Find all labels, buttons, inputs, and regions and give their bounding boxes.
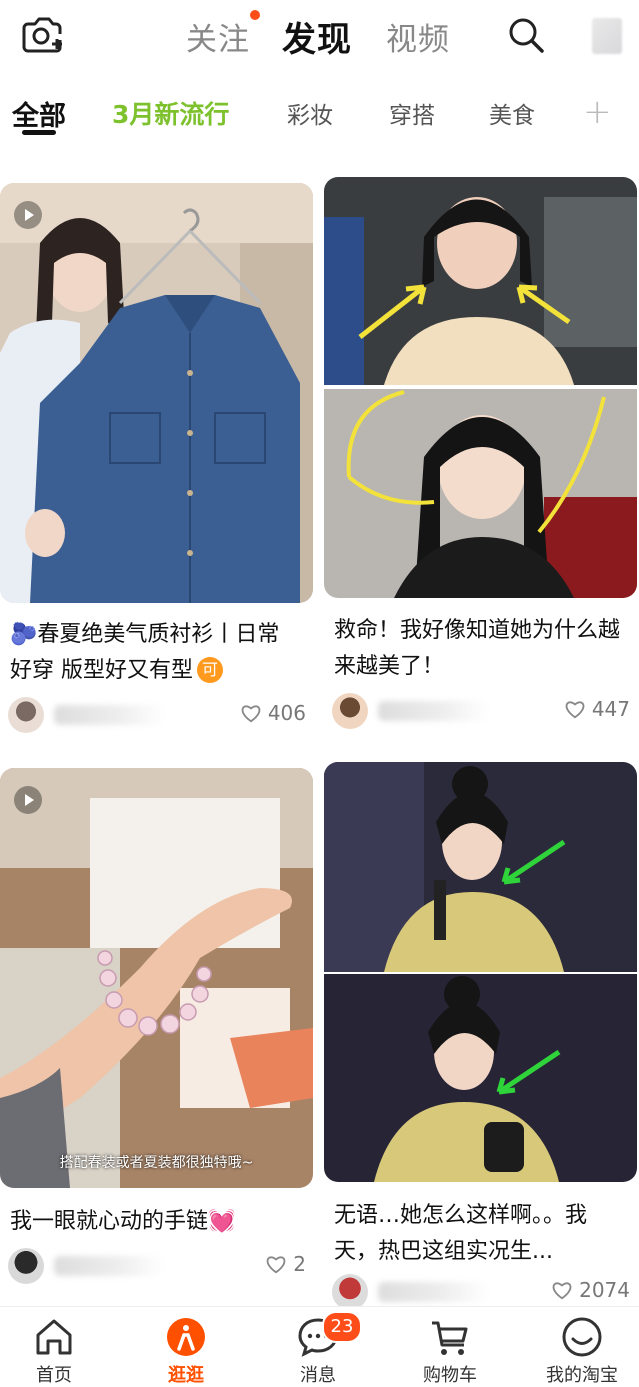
bottom-nav: 首页 逛逛 23 消息 购物车 我的淘宝	[0, 1306, 639, 1387]
card-image-comparison	[324, 177, 637, 598]
author-name-blurred[interactable]	[378, 701, 488, 721]
feed-card[interactable]: 救命！我好像知道她为什么越来越美了！ 447	[324, 177, 637, 737]
video-play-icon	[14, 201, 42, 229]
nav-home[interactable]: 首页	[4, 1315, 104, 1387]
like-count[interactable]: 447	[564, 697, 630, 721]
user-avatar[interactable]	[592, 18, 622, 54]
category-makeup[interactable]: 彩妆	[287, 96, 333, 130]
like-count-value: 2074	[579, 1278, 630, 1302]
feed-card[interactable]: 搭配春装或者夏装都很独特哦~ 我一眼就心动的手链💓 2	[0, 768, 313, 1308]
card-title: 无语…她怎么这样啊。。我天，热巴这组实况生...	[334, 1203, 588, 1264]
feed-card[interactable]: 🫐春夏绝美气质衬衫丨日常好穿 版型好又有型可 406	[0, 183, 313, 743]
heart-icon	[266, 1256, 286, 1274]
card-meta: 2074	[332, 1274, 630, 1306]
author-avatar[interactable]	[8, 1248, 44, 1284]
video-play-icon	[14, 786, 42, 814]
tab-following[interactable]: 关注	[186, 14, 250, 59]
category-outfits[interactable]: 穿搭	[389, 96, 435, 130]
author-avatar[interactable]	[332, 1274, 368, 1306]
like-count[interactable]: 406	[240, 701, 306, 725]
guangguang-icon	[167, 1318, 205, 1356]
author-name-blurred[interactable]	[54, 1256, 164, 1276]
tab-video[interactable]: 视频	[386, 14, 450, 59]
author-name-blurred[interactable]	[54, 705, 164, 725]
heart-icon	[552, 1282, 572, 1300]
camera-plus-icon[interactable]	[20, 14, 64, 54]
nav-messages-label: 消息	[300, 1365, 336, 1386]
card-title: 救命！我好像知道她为什么越来越美了！	[334, 618, 621, 679]
heart-icon	[241, 705, 261, 723]
category-all[interactable]: 全部	[12, 94, 66, 133]
nav-messages[interactable]: 23 消息	[268, 1311, 368, 1387]
nav-my-taobao-label: 我的淘宝	[546, 1365, 618, 1386]
card-image-event	[324, 762, 637, 1182]
smile-icon	[562, 1317, 602, 1357]
card-title: 我一眼就心动的手链💓	[10, 1209, 236, 1234]
message-count-badge: 23	[322, 1311, 362, 1343]
heart-icon	[565, 701, 585, 719]
like-count[interactable]: 2	[265, 1252, 306, 1276]
category-bar: 全部 3月新流行 彩妆 穿搭 美食 +	[0, 86, 639, 142]
author-name-blurred[interactable]	[378, 1282, 488, 1302]
category-food[interactable]: 美食	[489, 96, 535, 130]
nav-guangguang[interactable]: 逛逛	[136, 1315, 236, 1387]
card-meta: 447	[332, 693, 630, 733]
cart-icon	[432, 1321, 468, 1355]
following-dot-badge	[250, 10, 260, 20]
search-icon[interactable]	[506, 15, 546, 55]
nav-home-label: 首页	[36, 1365, 72, 1386]
card-image-shirt	[0, 183, 313, 603]
like-count-value: 406	[267, 701, 306, 725]
nav-cart-label: 购物车	[423, 1365, 477, 1386]
nav-my-taobao[interactable]: 我的淘宝	[532, 1315, 632, 1387]
active-category-indicator	[22, 130, 56, 135]
author-avatar[interactable]	[8, 697, 44, 733]
nav-cart[interactable]: 购物车	[400, 1315, 500, 1387]
top-bar: 关注 发现 视频	[0, 0, 639, 72]
author-avatar[interactable]	[332, 693, 368, 729]
card-meta: 2	[8, 1248, 306, 1288]
like-count[interactable]: 2074	[551, 1278, 630, 1302]
feed-card[interactable]: 无语…她怎么这样啊。。我天，热巴这组实况生... 2074	[324, 762, 637, 1306]
add-category-icon[interactable]: +	[583, 92, 612, 132]
video-caption: 搭配春装或者夏装都很独特哦~	[59, 1155, 254, 1171]
category-march-trends[interactable]: 3月新流行	[112, 95, 229, 131]
card-image-bracelet: 搭配春装或者夏装都很独特哦~	[0, 768, 313, 1188]
coupon-badge-icon: 可	[197, 657, 223, 683]
card-meta: 406	[8, 697, 306, 737]
tab-discover[interactable]: 发现	[282, 12, 352, 61]
like-count-value: 447	[591, 697, 630, 721]
nav-guangguang-label: 逛逛	[168, 1365, 204, 1386]
card-title: 🫐春夏绝美气质衬衫丨日常好穿 版型好又有型可	[10, 622, 280, 683]
like-count-value: 2	[293, 1252, 306, 1276]
home-icon	[36, 1319, 72, 1355]
